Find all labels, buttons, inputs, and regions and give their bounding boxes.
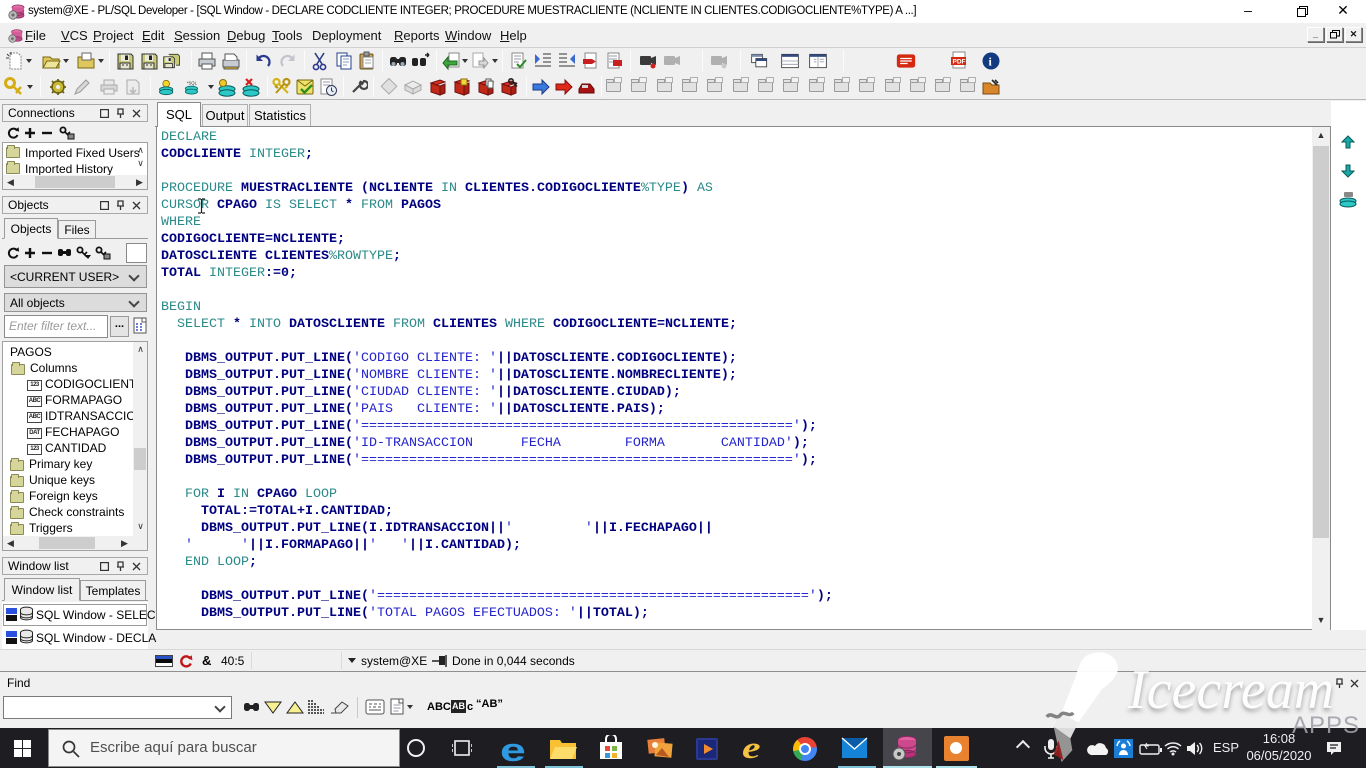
- svg-text:*SQL: *SQL: [187, 81, 198, 86]
- svg-text:PDF: PDF: [953, 59, 966, 66]
